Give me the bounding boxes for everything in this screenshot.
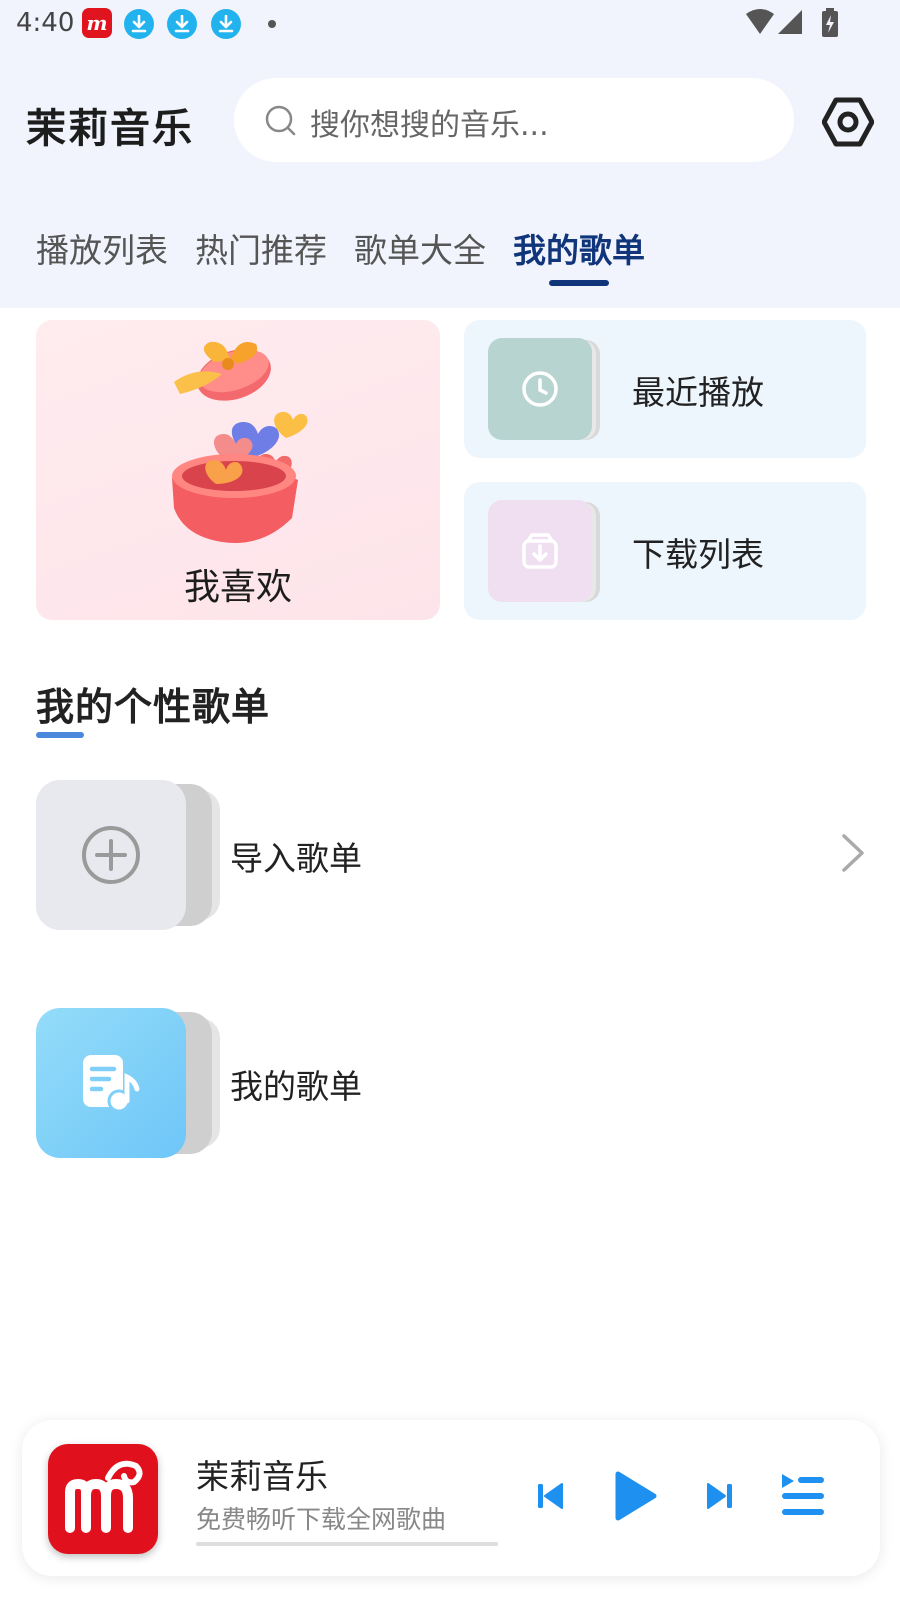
app-title: 茉莉音乐 xyxy=(26,106,194,152)
play-icon[interactable] xyxy=(612,1470,658,1522)
app-notification-icon: m xyxy=(82,8,112,38)
add-circle-icon xyxy=(82,826,140,884)
playlist-queue-icon[interactable] xyxy=(780,1472,826,1520)
import-playlist-row[interactable]: 导入歌单 xyxy=(36,780,866,930)
recent-play-label: 最近播放 xyxy=(632,373,764,412)
search-input[interactable]: 搜你想搜的音乐... xyxy=(234,78,794,162)
recent-play-card[interactable]: 最近播放 xyxy=(464,320,866,458)
download-icon xyxy=(124,9,154,39)
battery-charging-icon xyxy=(822,8,838,37)
download-list-label: 下载列表 xyxy=(632,535,764,574)
settings-hexagon-icon[interactable] xyxy=(822,96,874,148)
chevron-right-icon xyxy=(842,834,864,872)
download-icon xyxy=(167,9,197,39)
my-playlist-label: 我的歌单 xyxy=(230,1067,362,1106)
favorite-label: 我喜欢 xyxy=(183,567,292,608)
import-tile xyxy=(36,780,186,930)
search-placeholder: 搜你想搜的音乐... xyxy=(310,108,549,143)
download-icon xyxy=(211,9,241,39)
player-subtitle: 免费畅听下载全网歌曲 xyxy=(196,1505,447,1534)
favorite-card[interactable]: 我喜欢 xyxy=(36,320,440,620)
search-icon xyxy=(265,105,296,136)
clock-icon xyxy=(522,371,558,407)
app-logo xyxy=(48,1444,158,1554)
section-title-underline xyxy=(36,732,84,738)
tab-hot-recommend[interactable]: 热门推荐 xyxy=(195,224,327,272)
my-playlist-tile xyxy=(36,1008,186,1158)
status-right-icons xyxy=(744,8,860,40)
gift-box-hearts-icon xyxy=(172,341,308,543)
progress-bar[interactable] xyxy=(196,1542,498,1546)
player-title: 茉莉音乐 xyxy=(196,1457,328,1496)
downloads-thumb xyxy=(488,500,592,602)
wifi-icon xyxy=(746,9,774,34)
download-box-icon xyxy=(522,533,558,569)
download-list-card[interactable]: 下载列表 xyxy=(464,482,866,620)
cell-signal-icon xyxy=(778,10,802,34)
tab-my-playlists[interactable]: 我的歌单 xyxy=(513,224,645,272)
recent-thumb xyxy=(488,338,592,440)
dot-icon xyxy=(268,20,276,28)
status-time: 4:40 xyxy=(16,8,75,38)
app-logo-icon xyxy=(65,1460,143,1533)
my-playlist-row[interactable]: 我的歌单 xyxy=(36,1008,866,1158)
status-bar: 4:40 m xyxy=(0,0,900,48)
tab-playlist[interactable]: 播放列表 xyxy=(36,224,168,272)
section-title: 我的个性歌单 xyxy=(36,685,271,729)
mini-player[interactable]: 茉莉音乐 免费畅听下载全网歌曲 xyxy=(22,1420,880,1576)
previous-icon[interactable] xyxy=(536,1480,564,1512)
active-tab-indicator xyxy=(549,280,609,286)
tab-playlist-collection[interactable]: 歌单大全 xyxy=(354,224,486,272)
music-note-doc-icon xyxy=(83,1055,140,1113)
next-icon[interactable] xyxy=(706,1480,734,1512)
import-playlist-label: 导入歌单 xyxy=(230,839,362,878)
